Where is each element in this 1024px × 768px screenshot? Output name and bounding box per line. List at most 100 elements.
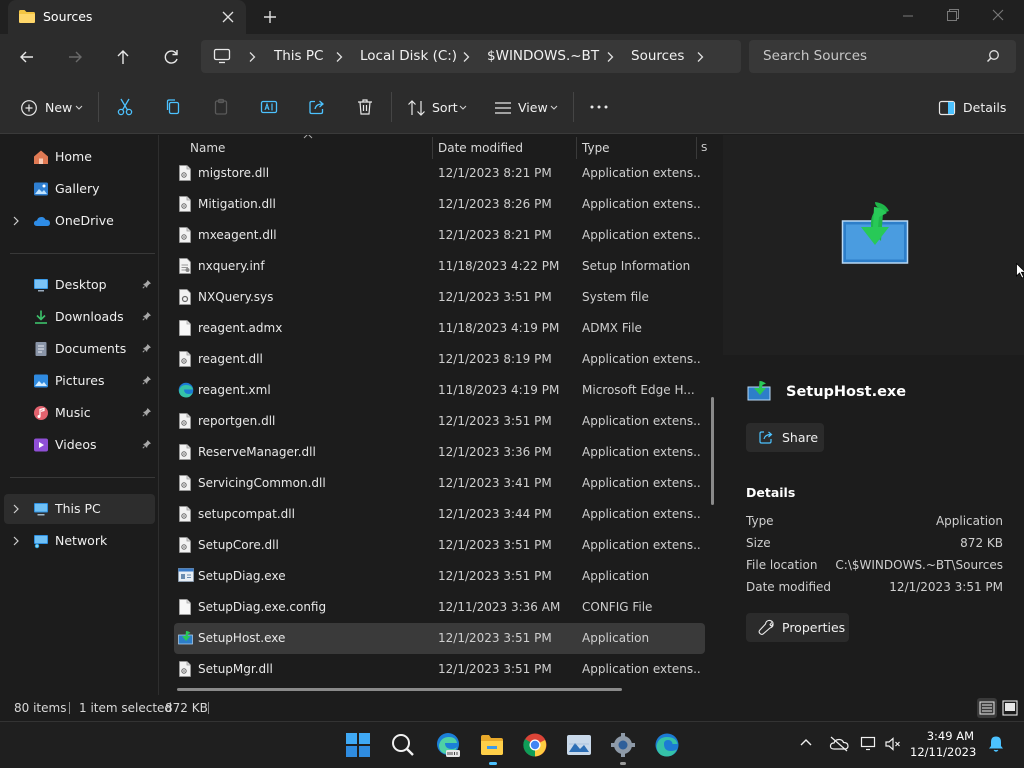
volume-muted-icon[interactable] [884,736,902,752]
sidebar-item-music[interactable]: Music [4,398,155,428]
column-divider[interactable] [576,137,577,159]
large-icons-view-icon[interactable] [1000,698,1020,718]
sidebar-item-label: Pictures [55,373,105,388]
new-button[interactable]: New [20,97,84,119]
sidebar-item-network[interactable]: Network [4,526,155,556]
details-view-icon[interactable] [977,698,997,718]
chevron-right-icon[interactable] [334,51,344,63]
chevron-right-icon[interactable] [605,51,615,63]
chrome-icon[interactable] [522,732,548,758]
sidebar-item-documents[interactable]: Documents [4,334,155,364]
settings-icon[interactable] [610,732,636,758]
prop-location-value[interactable]: C:\$WINDOWS.~BT\Sources [835,558,1003,572]
restore-icon[interactable] [941,6,963,26]
folder-icon [18,9,36,24]
system-clock[interactable]: 3:49 AM 12/11/2023 [910,728,977,760]
share-button[interactable]: Share [746,423,824,452]
column-divider[interactable] [432,137,433,159]
breadcrumb-this-pc[interactable]: This PC [274,48,323,64]
column-date-modified[interactable]: Date modified [438,141,523,155]
chevron-right-icon[interactable] [247,51,257,63]
dll-file-icon [178,196,192,212]
file-row[interactable]: SetupDiag.exe 12/1/2023 3:51 PM Applicatio… [174,561,705,592]
breadcrumb-sources[interactable]: Sources [631,48,684,64]
search-icon[interactable] [390,732,416,758]
file-row[interactable]: Mitigation.dll 12/1/2023 8:26 PM Applicati… [174,189,705,220]
address-bar[interactable]: This PC Local Disk (C:) $WINDOWS.~BT Sou… [201,40,741,73]
file-row[interactable]: setupcompat.dll 12/1/2023 3:44 PM Applicat… [174,499,705,530]
file-row[interactable]: mxeagent.dll 12/1/2023 8:21 PM Application… [174,220,705,251]
sidebar-item-desktop[interactable]: Desktop [4,270,155,300]
more-options-icon[interactable] [589,97,609,119]
start-icon[interactable] [345,732,371,758]
edge-beta-icon[interactable] [435,732,461,758]
breadcrumb-local-disk[interactable]: Local Disk (C:) [360,48,457,64]
sidebar-item-videos[interactable]: Videos [4,430,155,460]
downloads-icon [33,309,49,325]
command-bar: New Sort View Details [0,80,1024,134]
horizontal-scrollbar[interactable] [177,688,622,691]
forward-icon[interactable] [64,46,86,68]
sidebar-item-label: Videos [55,437,97,452]
chevron-right-icon[interactable] [461,51,471,63]
breadcrumb-windows-bt[interactable]: $WINDOWS.~BT [487,48,599,64]
properties-button[interactable]: Properties [746,613,849,642]
file-row[interactable]: ReserveManager.dll 12/1/2023 3:36 PM Appli… [174,437,705,468]
cut-icon[interactable] [115,97,135,119]
network-status-icon[interactable] [860,736,878,752]
sidebar-item-this-pc[interactable]: This PC [4,494,155,524]
details-pane-button[interactable]: Details [938,97,1008,119]
file-row[interactable]: reportgen.dll 12/1/2023 3:51 PM Applicatio… [174,406,705,437]
share-icon [758,429,774,445]
minimize-icon[interactable] [897,6,919,26]
chevron-up-icon[interactable] [799,736,813,750]
file-row[interactable]: SetupHost.exe 12/1/2023 3:51 PM Applicatio… [174,623,705,654]
tab-sources[interactable]: Sources [8,0,246,34]
chevron-right-icon[interactable] [12,504,20,514]
refresh-icon[interactable] [160,46,182,68]
photos-icon[interactable] [566,732,592,758]
sidebar-item-downloads[interactable]: Downloads [4,302,155,332]
back-icon[interactable] [16,46,38,68]
search-icon[interactable] [986,49,1000,63]
new-tab-icon[interactable] [260,7,280,27]
clock-date: 12/11/2023 [910,745,977,759]
share-icon[interactable] [307,97,327,119]
close-window-icon[interactable] [987,6,1009,26]
view-button[interactable]: View [494,97,560,119]
edge-icon[interactable] [654,732,680,758]
sidebar-item-home[interactable]: Home [4,142,155,172]
notification-bell-icon[interactable] [988,735,1004,753]
file-row[interactable]: ServicingCommon.dll 12/1/2023 3:41 PM Appl… [174,468,705,499]
copy-icon[interactable] [163,97,183,119]
file-row[interactable]: SetupCore.dll 12/1/2023 3:51 PM Applicatio… [174,530,705,561]
column-divider[interactable] [696,137,697,159]
onedrive-offline-icon[interactable] [829,736,849,752]
delete-icon[interactable] [355,97,375,119]
file-row[interactable]: reagent.xml 11/18/2023 4:19 PM Microsoft E… [174,375,705,406]
up-icon[interactable] [112,46,134,68]
sidebar-item-onedrive[interactable]: OneDrive [4,206,155,236]
file-row[interactable]: reagent.dll 12/1/2023 8:19 PM Application … [174,344,705,375]
close-tab-icon[interactable] [219,8,237,26]
file-row[interactable]: nxquery.inf 11/18/2023 4:22 PM Setup Infor… [174,251,705,282]
rename-icon[interactable] [259,97,279,119]
search-box[interactable]: Search Sources [749,40,1016,73]
search-input[interactable]: Search Sources [763,48,867,64]
file-row[interactable]: migstore.dll 12/1/2023 8:21 PM Application… [174,158,705,189]
file-row[interactable]: NXQuery.sys 12/1/2023 3:51 PM System file [174,282,705,313]
sort-button[interactable]: Sort [407,97,471,119]
sidebar-item-gallery[interactable]: Gallery [4,174,155,204]
file-row[interactable]: reagent.admx 11/18/2023 4:19 PM ADMX File [174,313,705,344]
chevron-right-icon[interactable] [12,536,20,546]
chevron-right-icon[interactable] [12,216,20,226]
column-name[interactable]: Name [190,141,225,155]
file-row[interactable]: SetupDiag.exe.config 12/11/2023 3:36 AM CO… [174,592,705,623]
file-explorer-icon[interactable] [479,732,505,758]
chevron-right-icon[interactable] [695,51,705,63]
file-row[interactable]: SetupMgr.dll 12/1/2023 3:51 PM Application… [174,654,705,685]
vertical-scrollbar[interactable] [711,397,714,505]
column-type[interactable]: Type [582,141,610,155]
sidebar-item-pictures[interactable]: Pictures [4,366,155,396]
column-size[interactable]: S [701,143,707,154]
